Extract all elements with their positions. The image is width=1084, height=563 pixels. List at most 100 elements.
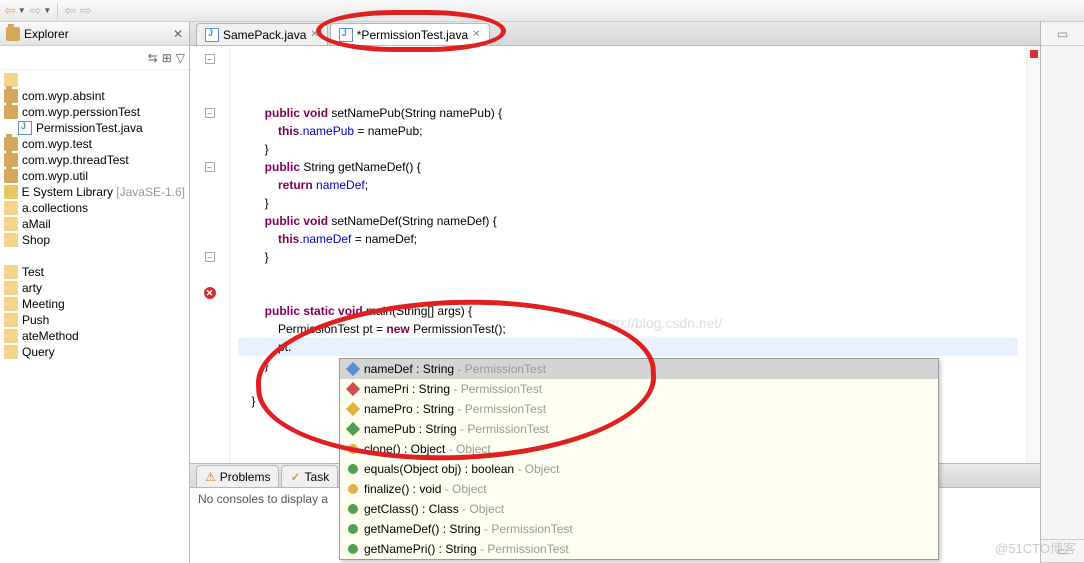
completion-item[interactable]: namePro : String - PermissionTest [340,399,938,419]
tree-item[interactable]: ateMethod [0,328,189,344]
method-pub-icon [348,524,358,534]
tree-item-label: com.wyp.perssionTest [22,105,140,119]
completion-item[interactable]: clone() : Object - Object [340,439,938,459]
tree-item[interactable]: arty [0,280,189,296]
fold-icon[interactable]: − [205,108,215,118]
completion-item[interactable]: getClass() : Class - Object [340,499,938,519]
folder-icon [4,201,18,215]
tree-item-label: Query [22,345,55,359]
tree-item[interactable] [0,72,189,88]
tree-item[interactable]: Push [0,312,189,328]
public-icon [346,422,360,436]
tab-icon: ✓ [290,470,300,484]
tab-label: Task [305,470,330,484]
minimize-icon[interactable]: ▭ [1041,22,1084,46]
overview-ruler[interactable] [1026,46,1040,463]
tree-item[interactable]: Test [0,264,189,280]
lib-icon [4,185,18,199]
close-icon[interactable]: ✕ [310,29,318,40]
explorer-toolbar: ⇆ ⊞ ▽ [0,46,189,70]
tree-item-label: com.wyp.test [22,137,92,151]
tree-item-label: PermissionTest.java [36,121,143,135]
error-icon[interactable]: ✕ [204,287,216,299]
folder-icon [4,281,18,295]
completion-label: nameDef : String - PermissionTest [364,362,546,376]
tree-item[interactable]: Shop [0,232,189,248]
completion-label: finalize() : void - Object [364,482,487,496]
bottom-tab[interactable]: ✓ Task [281,465,338,487]
tree-item-label: ateMethod [22,329,79,343]
tree-item-label: com.wyp.util [22,169,88,183]
explorer-header: Explorer ✕ [0,22,189,46]
java-icon [18,121,32,135]
tree-item-label: Test [22,265,44,279]
pkg-icon [4,105,18,119]
editor-tab[interactable]: *PermissionTest.java ✕ [330,23,490,45]
completion-item[interactable]: equals(Object obj) : boolean - Object [340,459,938,479]
right-trim-bar: ▭ ▭ [1040,22,1084,563]
tree-item[interactable]: com.wyp.threadTest [0,152,189,168]
nav-back-icon[interactable]: ⇦ [4,2,16,19]
method-prot-icon [348,444,358,454]
tree-item[interactable]: a.collections [0,200,189,216]
default-icon [346,362,360,376]
content-assist-popup[interactable]: nameDef : String - PermissionTest namePri… [339,358,939,560]
page-watermark: @51CTO博客 [995,538,1076,557]
nav-prev-icon[interactable]: ⇦ [64,2,76,19]
completion-item[interactable]: getNameDef() : String - PermissionTest [340,519,938,539]
collapse-all-icon[interactable]: ⇆ [148,51,158,65]
completion-label: getNameDef() : String - PermissionTest [364,522,573,536]
tree-item[interactable]: Meeting [0,296,189,312]
nav-forward-icon[interactable]: ⇨ [30,2,42,19]
tree-item[interactable]: com.wyp.test [0,136,189,152]
close-icon[interactable]: ✕ [173,27,183,41]
editor-tab[interactable]: SamePack.java ✕ [196,23,328,45]
chevron-down-icon[interactable]: ▼ [18,6,26,15]
java-file-icon [339,28,353,42]
completion-label: getNamePri() : String - PermissionTest [364,542,569,556]
tab-label: *PermissionTest.java [357,28,468,42]
completion-label: namePub : String - PermissionTest [364,422,549,436]
tree-item-label: E System Library [JavaSE-1.6] [22,185,185,199]
tab-label: SamePack.java [223,28,306,42]
tree-item[interactable]: com.wyp.perssionTest [0,104,189,120]
close-icon[interactable]: ✕ [472,29,480,40]
nav-next-icon[interactable]: ⇨ [80,2,92,19]
tree-item-label: a.collections [22,201,88,215]
protected-icon [346,402,360,416]
tree-item[interactable]: E System Library [JavaSE-1.6] [0,184,189,200]
tree-item[interactable]: com.wyp.absint [0,88,189,104]
error-overview-icon[interactable] [1030,50,1038,58]
folder-icon [4,233,18,247]
completion-label: getClass() : Class - Object [364,502,504,516]
folder-icon [4,217,18,231]
fold-icon[interactable]: − [205,162,215,172]
folder-icon [4,329,18,343]
completion-item[interactable]: namePub : String - PermissionTest [340,419,938,439]
bottom-tab[interactable]: ⚠Problems [196,465,279,487]
tree-item[interactable]: PermissionTest.java [0,120,189,136]
method-pub-icon [348,464,358,474]
tree-item[interactable]: Query [0,344,189,360]
view-menu-icon[interactable]: ▽ [176,51,185,65]
tree-item[interactable]: com.wyp.util [0,168,189,184]
explorer-tree[interactable]: com.wyp.absintcom.wyp.perssionTest Permis… [0,70,189,563]
method-prot-icon [348,484,358,494]
pkg-icon [4,137,18,151]
tree-item-label: arty [22,281,42,295]
completion-item[interactable]: finalize() : void - Object [340,479,938,499]
completion-item[interactable]: namePri : String - PermissionTest [340,379,938,399]
package-icon [6,27,20,41]
editor-tabs: SamePack.java ✕ *PermissionTest.java ✕ [190,22,1040,46]
chevron-down-icon[interactable]: ▼ [43,6,51,15]
tree-item[interactable] [0,248,189,264]
fold-icon[interactable]: − [205,252,215,262]
private-icon [346,382,360,396]
folder-icon [4,265,18,279]
tree-item[interactable]: aMail [0,216,189,232]
completion-item[interactable]: nameDef : String - PermissionTest [340,359,938,379]
completion-item[interactable]: getNamePri() : String - PermissionTest [340,539,938,559]
tab-label: Problems [220,470,271,484]
link-editor-icon[interactable]: ⊞ [162,51,172,65]
fold-icon[interactable]: − [205,54,215,64]
